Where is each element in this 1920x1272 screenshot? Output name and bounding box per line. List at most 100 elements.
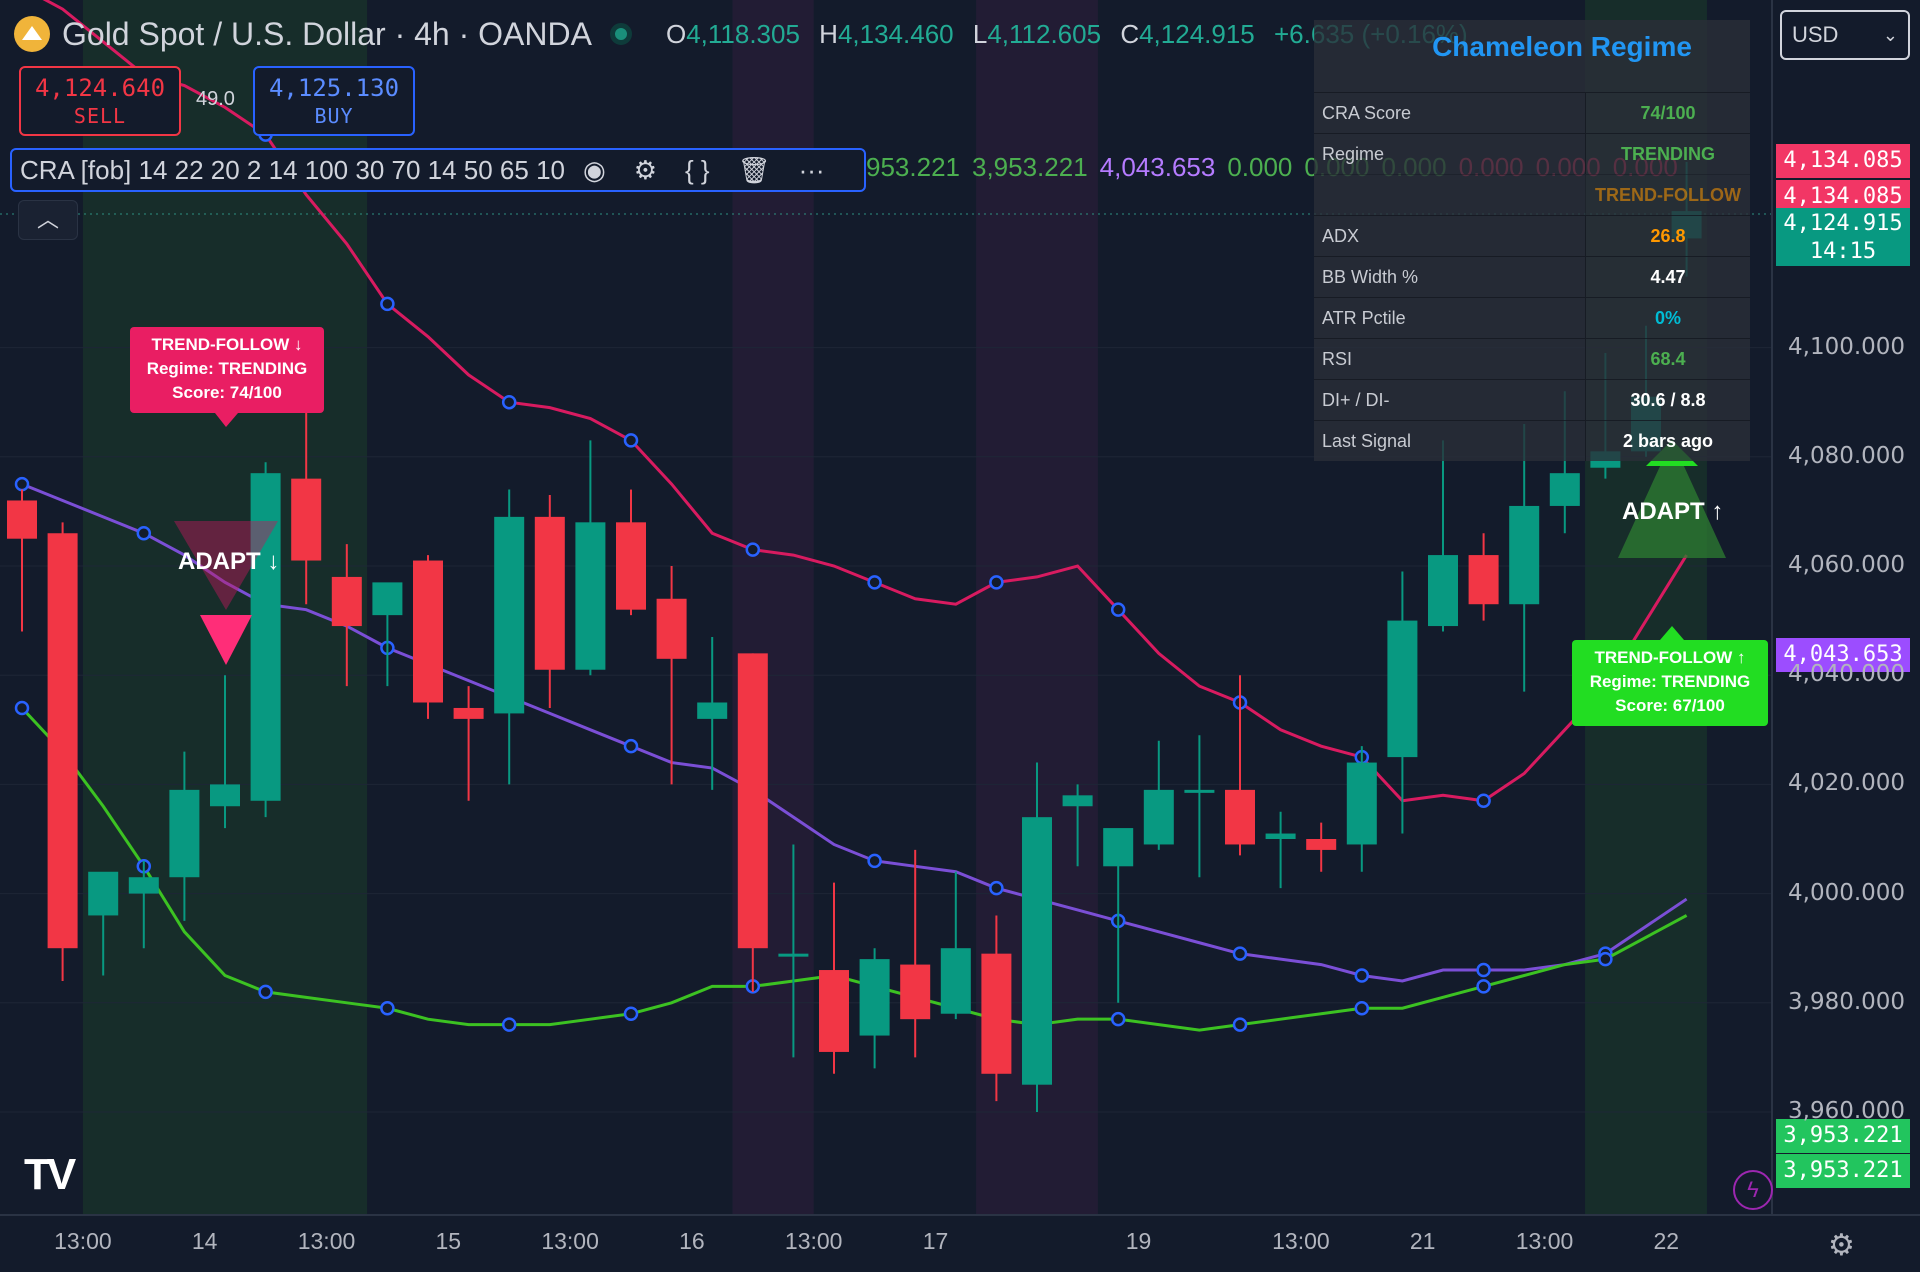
collapse-legend-button[interactable]: ︿ [18,200,78,240]
upper-band-point-36 [1476,793,1491,809]
candle-11[interactable] [453,686,484,801]
sell-signal-label: TREND-FOLLOW ↓ Regime: TRENDING Score: 7… [130,327,324,413]
lightning-icon[interactable]: ϟ [1733,1170,1773,1210]
candle-30[interactable] [1225,675,1255,856]
candle-37[interactable] [1509,424,1540,692]
buy-label: BUY [314,104,354,128]
candle-27[interactable] [1103,828,1134,1003]
indicator-legend[interactable]: CRA [fob] 14 22 20 2 14 100 30 70 14 50 … [10,148,866,192]
candle-10[interactable] [413,555,443,719]
symbol-title[interactable]: Gold Spot / U.S. Dollar · 4h · OANDA [62,16,592,53]
regime-row-7: DI+ / DI- 30.6 / 8.8 [1314,379,1750,420]
candle-32[interactable] [1306,822,1337,872]
candle-14[interactable] [575,440,606,676]
upper-band-point-15 [623,433,639,448]
middle-band-point-15 [623,738,639,754]
regime-row-key: CRA Score [1314,93,1586,133]
more-icon[interactable]: ··· [799,155,825,186]
chevron-up-icon: ︿ [36,207,59,232]
trash-icon[interactable]: 🗑 [738,155,771,186]
candle-body-19 [778,953,809,957]
regime-row-value: 74/100 [1640,103,1696,123]
candle-body-38 [1549,473,1580,506]
chevron-down-icon: ⌄ [1882,25,1898,45]
regime-row-key: DI+ / DI- [1314,380,1586,420]
candle-body-2 [88,871,119,916]
regime-row-key: Last Signal [1314,421,1586,461]
gear-icon[interactable]: ⚙ [1828,1228,1855,1263]
middle-band-point-24 [989,880,1004,896]
middle-band-point-3 [136,525,152,541]
lower-band-point-39 [1598,951,1613,967]
candle-22[interactable] [900,849,931,1058]
price-tag-2: 4,124.915 14:15 [1776,207,1910,266]
sell-button[interactable]: 4,124.640 SELL [19,66,181,136]
candle-15[interactable] [616,489,646,616]
candle-body-22 [900,964,931,1020]
close-label: C [1120,18,1140,49]
upper-band-point-24 [989,575,1004,590]
regime-row-value: TREND-FOLLOW [1595,185,1741,205]
candle-31[interactable] [1265,811,1296,889]
code-icon[interactable]: { } [685,155,710,186]
x-tick-10: 21 [1409,1228,1436,1254]
low-value: 4,112.605 [987,18,1102,49]
candle-21[interactable] [859,948,890,1069]
candle-29[interactable] [1184,735,1215,878]
x-tick-7: 17 [922,1228,949,1254]
gold-logo-icon [14,16,50,52]
regime-panel: Chameleon Regime CRA Score 74/100 Regime TR… [1314,20,1750,461]
adapt-up-label: ADAPT ↑ [1622,498,1724,525]
candle-body-5 [210,784,240,807]
buy-signal-line2: Regime: TRENDING [1589,672,1751,691]
open-value: 4,118.305 [686,18,800,49]
regime-row-0: CRA Score 74/100 [1314,92,1750,133]
upper-band-point-18 [745,542,761,557]
currency-select[interactable]: USD ⌄ [1780,10,1910,60]
candle-body-3 [128,877,159,894]
y-tick-5: 4,000.000 [1788,879,1906,906]
candle-1[interactable] [47,522,78,981]
candle-body-30 [1225,789,1255,845]
price-tag-0: 4,134.085 [1776,144,1910,179]
buy-button[interactable]: 4,125.130 BUY [253,66,415,136]
currency-value: USD [1792,22,1839,47]
tradingview-logo[interactable]: TV [24,1150,76,1200]
candle-body-31 [1265,833,1296,839]
regime-row-key: Regime [1314,134,1586,174]
candle-36[interactable] [1468,533,1499,621]
regime-row-4: BB Width % 4.47 [1314,256,1750,297]
sell-signal-line2: Regime: TRENDING [146,359,308,378]
regime-row-value: 26.8 [1650,226,1686,246]
regime-row-value: 30.6 / 8.8 [1630,390,1706,410]
regime-panel-title: Chameleon Regime [1432,31,1692,62]
close-value: 4,124.915 [1139,18,1255,49]
candle-body-9 [372,582,403,616]
indicator-value-3: 0.000 [1227,152,1293,182]
x-tick-1: 14 [191,1228,218,1254]
candle-body-12 [494,516,525,714]
candle-9[interactable] [372,582,403,687]
candle-13[interactable] [534,495,565,708]
candle-28[interactable] [1143,740,1174,850]
candle-33[interactable] [1346,746,1377,872]
candle-12[interactable] [494,489,525,785]
candle-6[interactable] [250,462,281,818]
settings-icon[interactable]: ⚙ [634,155,657,186]
candle-body-26 [1062,795,1093,807]
candle-body-29 [1184,789,1215,793]
candle-20[interactable] [819,882,849,1074]
candle-0[interactable] [7,489,37,632]
eye-icon[interactable]: ◉ [583,155,606,186]
x-tick-12: 22 [1653,1228,1680,1254]
lower-band-point-15 [623,1006,639,1021]
candle-34[interactable] [1387,571,1418,834]
market-status-icon [609,23,632,45]
candle-body-24 [981,953,1012,1074]
y-tick-3: 4,040.000 [1788,661,1906,688]
candle-35[interactable] [1428,440,1458,632]
candle-body-25 [1022,817,1052,1085]
regime-row-value: TRENDING [1621,144,1715,164]
candle-body-21 [859,959,890,1036]
candle-18[interactable] [737,653,768,992]
